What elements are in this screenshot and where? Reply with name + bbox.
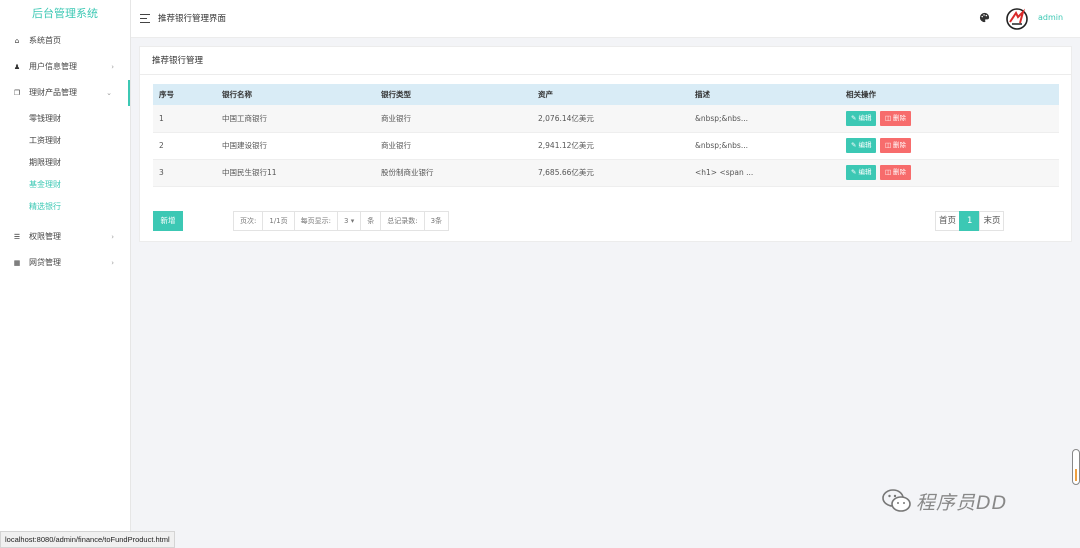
sidebar-item-users[interactable]: ♟ 用户信息管理 › — [0, 54, 130, 80]
sidebar: 后台管理系统 ⌂ 系统首页 ♟ 用户信息管理 › ❐ 理财产品管理 ⌄ 零钱理财… — [0, 0, 131, 548]
page-value: 1/1页 — [263, 212, 295, 230]
sidebar-subitem-fund[interactable]: 基金理财 — [0, 174, 130, 196]
cell-name: 中国工商银行 — [216, 105, 375, 133]
sidebar-subitem-change[interactable]: 零钱理财 — [0, 108, 130, 130]
per-page-unit: 条 — [361, 212, 382, 230]
browser-status-bar: localhost:8080/admin/finance/toFundProdu… — [0, 531, 175, 548]
page-title: 推荐银行管理界面 — [158, 14, 227, 24]
column-header: 相关操作 — [846, 90, 876, 99]
watermark: 程序员DD — [882, 484, 1007, 518]
avatar[interactable] — [1006, 8, 1028, 30]
sidebar-item-label: 用户信息管理 — [29, 62, 77, 71]
chevron-right-icon: › — [111, 259, 114, 267]
pagination-info: 页次: 1/1页 每页显示: 3 ▾ 条 总记录数: 3条 — [233, 211, 450, 231]
table-row: 1 中国工商银行 商业银行 2,076.14亿美元 &nbsp;&nbs... … — [153, 105, 1059, 133]
sidebar-item-label: 权限管理 — [29, 232, 61, 241]
pencil-icon: ✎ — [851, 113, 857, 122]
first-page-button[interactable]: 首页 — [935, 211, 961, 231]
top-header: 推荐银行管理界面 admin — [131, 0, 1080, 38]
pagination: 首页 1 末页 — [935, 211, 1005, 231]
column-header: 描述 — [695, 90, 710, 99]
brand-title: 后台管理系统 — [32, 7, 98, 20]
sidebar-item-loans[interactable]: ▦ 网贷管理 › — [0, 250, 130, 276]
wechat-icon — [882, 489, 911, 512]
cell-id: 3 — [153, 159, 216, 187]
delete-button[interactable]: ◫ 删除 — [879, 165, 911, 180]
sidebar-item-label: 网贷管理 — [29, 258, 61, 267]
sidebar-item-label: 理财产品管理 — [29, 88, 77, 97]
bank-panel: 推荐银行管理 序号 银行名称 银行类型 资产 描述 相关操作 1 中国工商银行 … — [139, 46, 1072, 242]
table-row: 3 中国民生银行11 股份制商业银行 7,685.66亿美元 <h1> <spa… — [153, 159, 1059, 187]
users-icon: ♟ — [13, 63, 21, 71]
cell-id: 2 — [153, 132, 216, 160]
per-page-select[interactable]: 3 ▾ — [338, 212, 362, 230]
sidebar-item-home[interactable]: ⌂ 系统首页 — [0, 28, 130, 54]
chevron-right-icon: › — [111, 63, 114, 71]
sidebar-item-label: 系统首页 — [29, 36, 61, 45]
cell-assets: 2,076.14亿美元 — [532, 105, 689, 133]
column-header: 资产 — [538, 90, 553, 99]
card-icon: ▦ — [13, 259, 21, 267]
delete-button[interactable]: ◫ 删除 — [879, 138, 911, 153]
total-label: 总记录数: — [381, 212, 425, 230]
sidebar-submenu: 零钱理财 工资理财 期限理财 基金理财 精选银行 — [0, 106, 130, 224]
per-page-label: 每页显示: — [295, 212, 338, 230]
total-value: 3条 — [430, 217, 443, 225]
cell-id: 1 — [153, 105, 216, 133]
sidebar-subitem-salary[interactable]: 工资理财 — [0, 130, 130, 152]
copy-icon: ❐ — [13, 89, 21, 97]
table-row: 2 中国建设银行 商业银行 2,941.12亿美元 &nbsp;&nbs... … — [153, 132, 1059, 160]
cell-desc: <h1> <span ... — [689, 159, 840, 187]
sliders-icon: ☰ — [13, 233, 21, 241]
username[interactable]: admin — [1038, 0, 1063, 36]
scrollbar-thumb[interactable] — [1072, 449, 1080, 485]
page-label: 页次: — [234, 212, 264, 230]
cell-name: 中国民生银行11 — [216, 159, 375, 187]
panel-title: 推荐银行管理 — [140, 47, 1071, 75]
cell-assets: 7,685.66亿美元 — [532, 159, 689, 187]
menu-toggle-icon[interactable] — [140, 14, 150, 23]
cell-desc: &nbsp;&nbs... — [689, 132, 840, 160]
caret-down-icon: ▾ — [350, 217, 355, 225]
sidebar-item-finance-products[interactable]: ❐ 理财产品管理 ⌄ — [0, 80, 130, 106]
cell-actions: ✎ 编辑 ◫ 删除 — [840, 159, 1059, 187]
pencil-icon: ✎ — [851, 141, 857, 149]
sidebar-subitem-bank[interactable]: 精选银行 — [0, 196, 130, 218]
trash-icon: ◫ — [884, 141, 891, 149]
cell-actions: ✎ 编辑 ◫ 删除 — [840, 132, 1059, 160]
column-header: 银行名称 — [222, 90, 252, 99]
chevron-right-icon: › — [111, 233, 114, 241]
chevron-down-icon: ⌄ — [106, 89, 112, 97]
page-number-button[interactable]: 1 — [959, 211, 981, 231]
delete-button[interactable]: ◫ 删除 — [879, 110, 911, 126]
trash-icon: ◫ — [884, 168, 891, 176]
bank-table: 序号 银行名称 银行类型 资产 描述 相关操作 1 中国工商银行 商业银行 2,… — [153, 84, 1059, 187]
last-page-button[interactable]: 末页 — [979, 211, 1005, 231]
watermark-text: 程序员DD — [916, 491, 1008, 514]
sidebar-subitem-term[interactable]: 期限理财 — [0, 152, 130, 174]
cell-actions: ✎ 编辑 ◫ 删除 — [840, 105, 1059, 133]
cell-type: 商业银行 — [375, 132, 532, 160]
trash-icon: ◫ — [884, 113, 891, 122]
column-header: 银行类型 — [381, 90, 411, 99]
add-button[interactable]: 新增 — [153, 211, 183, 231]
sidebar-item-permissions[interactable]: ☰ 权限管理 › — [0, 224, 130, 250]
edit-button[interactable]: ✎ 编辑 — [846, 138, 877, 153]
cell-assets: 2,941.12亿美元 — [532, 132, 689, 160]
bank-table-wrapper: 序号 银行名称 银行类型 资产 描述 相关操作 1 中国工商银行 商业银行 2,… — [153, 84, 1059, 187]
cell-name: 中国建设银行 — [216, 132, 375, 160]
palette-icon[interactable] — [979, 12, 990, 23]
column-header: 序号 — [159, 90, 174, 99]
edit-button[interactable]: ✎ 编辑 — [846, 110, 877, 126]
edit-button[interactable]: ✎ 编辑 — [846, 165, 877, 180]
cell-desc: &nbsp;&nbs... — [689, 105, 840, 133]
home-icon: ⌂ — [14, 37, 20, 45]
table-header-row: 序号 银行名称 银行类型 资产 描述 相关操作 — [153, 84, 1059, 105]
cell-type: 商业银行 — [375, 105, 532, 133]
cell-type: 股份制商业银行 — [375, 159, 532, 187]
pencil-icon: ✎ — [851, 168, 857, 176]
